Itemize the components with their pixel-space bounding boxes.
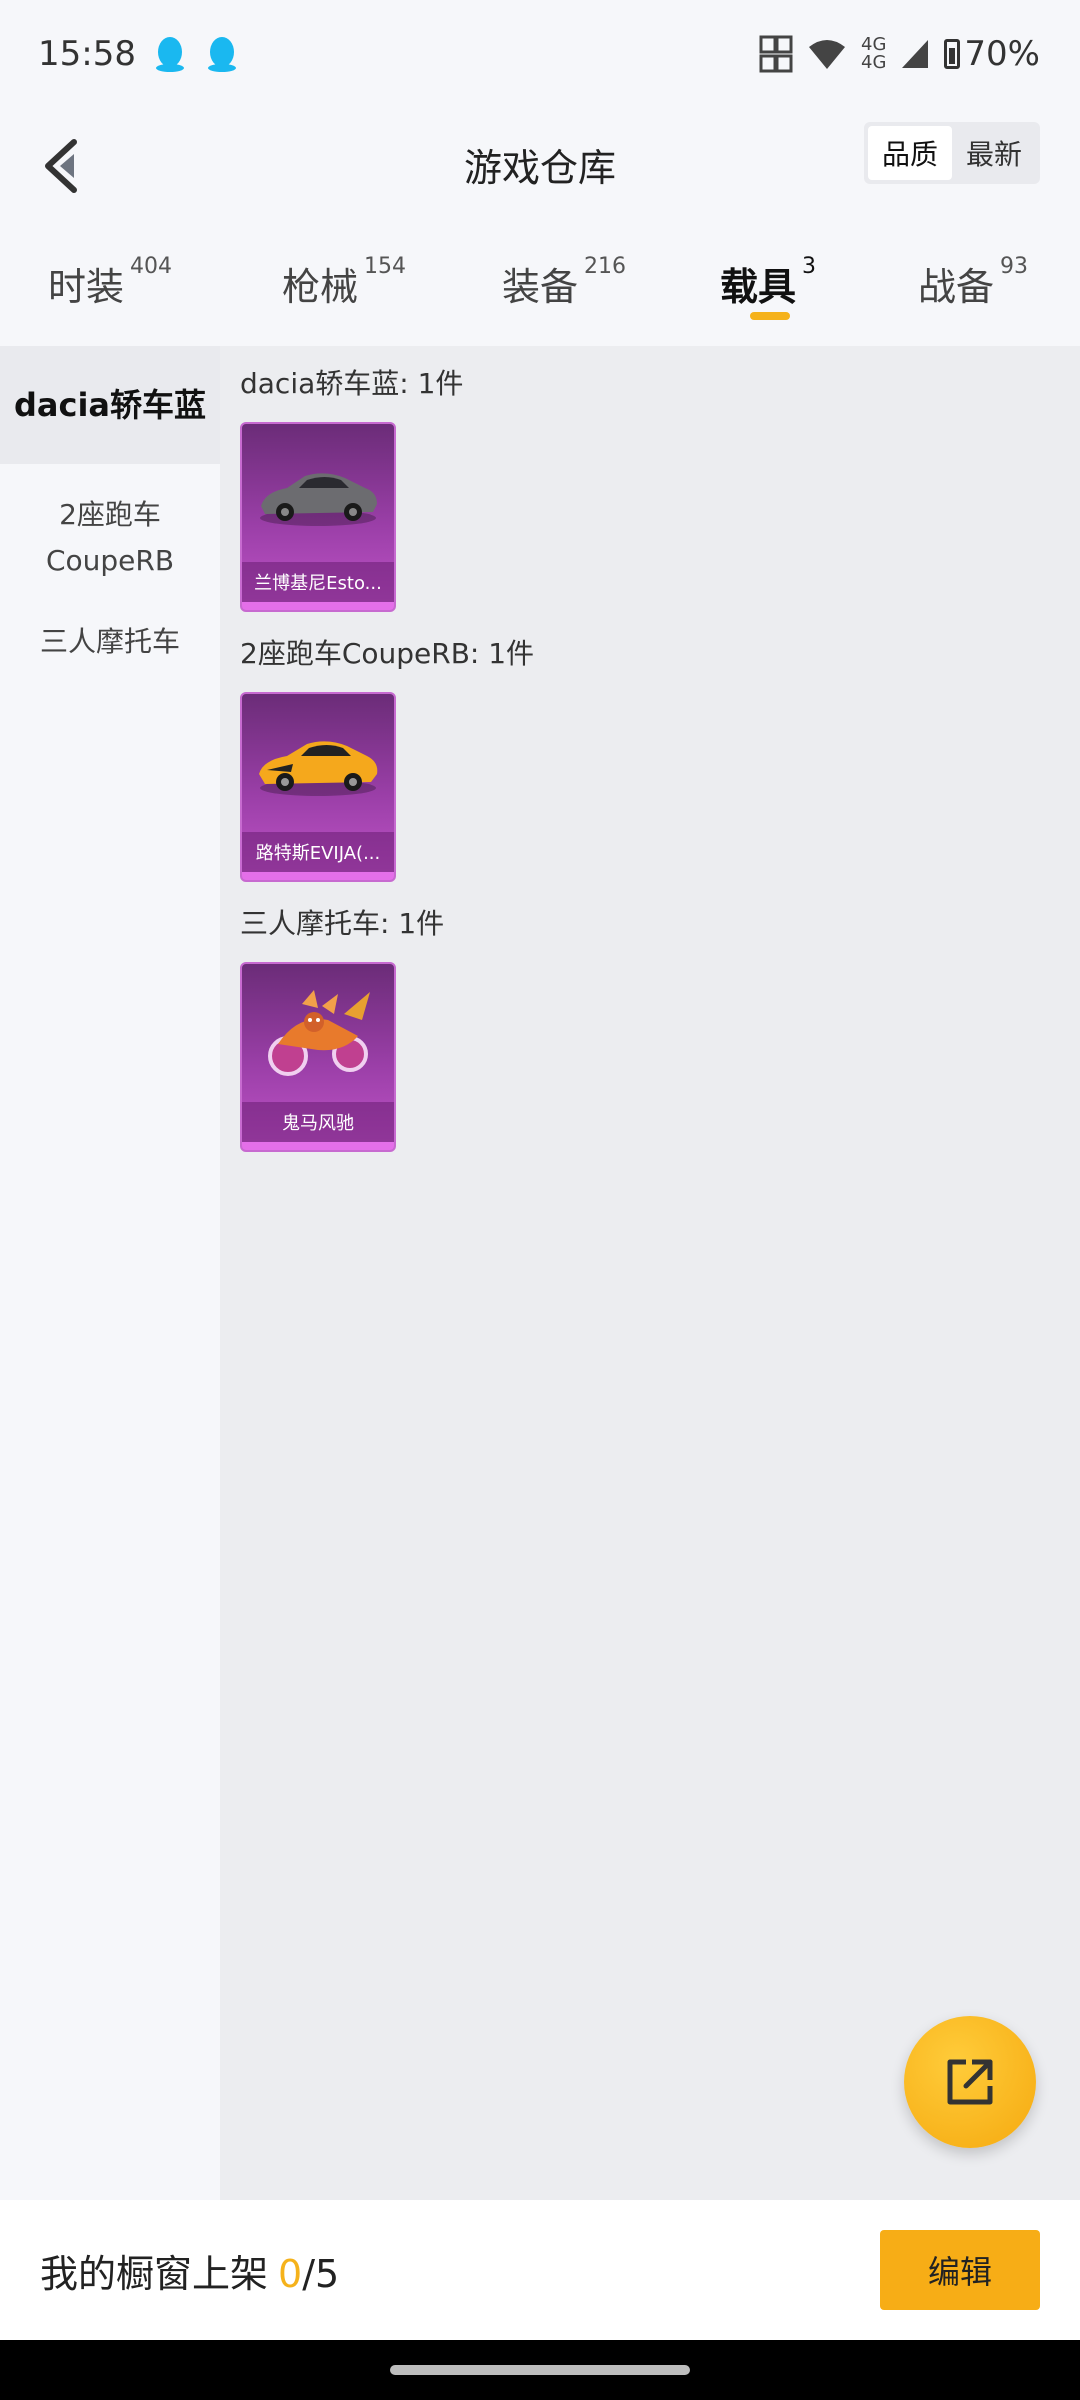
sidebar-item-coupe[interactable]: 2座跑车 CoupeRB [0,464,220,592]
vehicle-name: 鬼马风驰 [242,1102,394,1142]
tab-count: 404 [130,254,173,279]
showcase-total: /5 [302,2251,340,2296]
showcase-status: 我的橱窗上架 0 /5 [40,2243,339,2298]
vehicle-card[interactable]: 兰博基尼Esto... [240,422,396,612]
tab-count: 154 [364,254,407,279]
vehicle-group: 三人摩托车: 1件 鬼马风驰 [240,904,444,1152]
active-tab-indicator [750,312,790,320]
back-arrow-icon [45,139,77,193]
vehicle-list: dacia轿车蓝: 1件 兰博基尼Esto... 2座跑车CoupeRB: 1件 [220,346,1080,2200]
vehicle-card[interactable]: 鬼马风驰 [240,962,396,1152]
wifi-icon [809,40,846,69]
group-title: 三人摩托车: 1件 [240,907,445,940]
vehicle-card[interactable]: 路特斯EVIJA(... [240,692,396,882]
tab-vehicles[interactable]: 载具 3 [720,254,817,311]
network-type-label: 4G 4G [861,34,887,73]
sim-card-icon [759,35,793,73]
sort-quality-button[interactable]: 品质 [868,126,952,180]
tab-label: 枪械 [282,265,359,309]
home-gesture-handle[interactable] [390,2365,690,2375]
status-bar: 15:58 4G 4G 70% [0,0,1080,108]
system-nav-bar [0,2340,1080,2400]
rarity-bar [242,872,394,880]
page-header: 游戏仓库 品质 最新 [0,108,1080,220]
tab-count: 216 [584,254,627,279]
edit-button[interactable]: 编辑 [880,2230,1040,2310]
tab-tactical-supplies[interactable]: 战备 93 [918,254,1029,311]
sidebar-item-dacia[interactable]: dacia轿车蓝 [0,346,220,464]
sports-car-image [259,741,378,796]
battery-indicator: 70% [944,34,1040,74]
showcase-count: 0 [278,2251,303,2296]
tab-label: 战备 [918,265,995,309]
page-title: 游戏仓库 [463,145,616,190]
vehicle-group: 2座跑车CoupeRB: 1件 路特斯EVIJA(... [240,634,534,882]
tab-equipment[interactable]: 装备 216 [502,254,627,311]
tab-label: 载具 [720,265,797,309]
group-title: 2座跑车CoupeRB: 1件 [240,637,535,670]
group-title: dacia轿车蓝: 1件 [240,367,464,400]
battery-percent: 70% [964,34,1040,74]
share-button[interactable] [904,2016,1036,2148]
vehicle-thumbnail [242,694,394,834]
battery-icon [944,39,961,69]
tab-firearms[interactable]: 枪械 154 [282,254,407,311]
tab-label: 时装 [48,265,125,309]
tab-count: 93 [1000,254,1029,279]
vehicle-thumbnail [242,424,394,564]
rarity-bar [242,602,394,610]
tab-fashion[interactable]: 时装 404 [48,254,173,311]
showcase-bar: 我的橱窗上架 0 /5 编辑 [0,2200,1080,2340]
category-tabs: 时装 404 枪械 154 装备 216 载具 3 战备 93 [0,230,1080,346]
tab-label: 装备 [502,265,579,309]
vehicle-type-sidebar: dacia轿车蓝 2座跑车 CoupeRB 三人摩托车 [0,346,220,2200]
qq-notification-icon [207,37,236,72]
signal-icon [902,40,929,68]
showcase-label: 我的橱窗上架 [40,2251,269,2296]
sports-car-image [260,473,377,526]
vehicle-group: dacia轿车蓝: 1件 兰博基尼Esto... [240,364,463,612]
qq-notification-icon [155,37,184,72]
share-external-icon [947,2059,993,2105]
rarity-bar [242,1142,394,1150]
sidebar-item-motorcycle[interactable]: 三人摩托车 [0,592,220,692]
vehicle-name: 兰博基尼Esto... [242,562,394,602]
back-button[interactable] [20,126,100,206]
vehicle-name: 路特斯EVIJA(... [242,832,394,872]
sort-toggle: 品质 最新 [864,122,1040,184]
tab-count: 3 [802,254,817,279]
sort-newest-button[interactable]: 最新 [952,126,1036,180]
motorcycle-image [268,990,370,1076]
status-time: 15:58 [38,34,136,74]
vehicle-thumbnail [242,964,394,1104]
